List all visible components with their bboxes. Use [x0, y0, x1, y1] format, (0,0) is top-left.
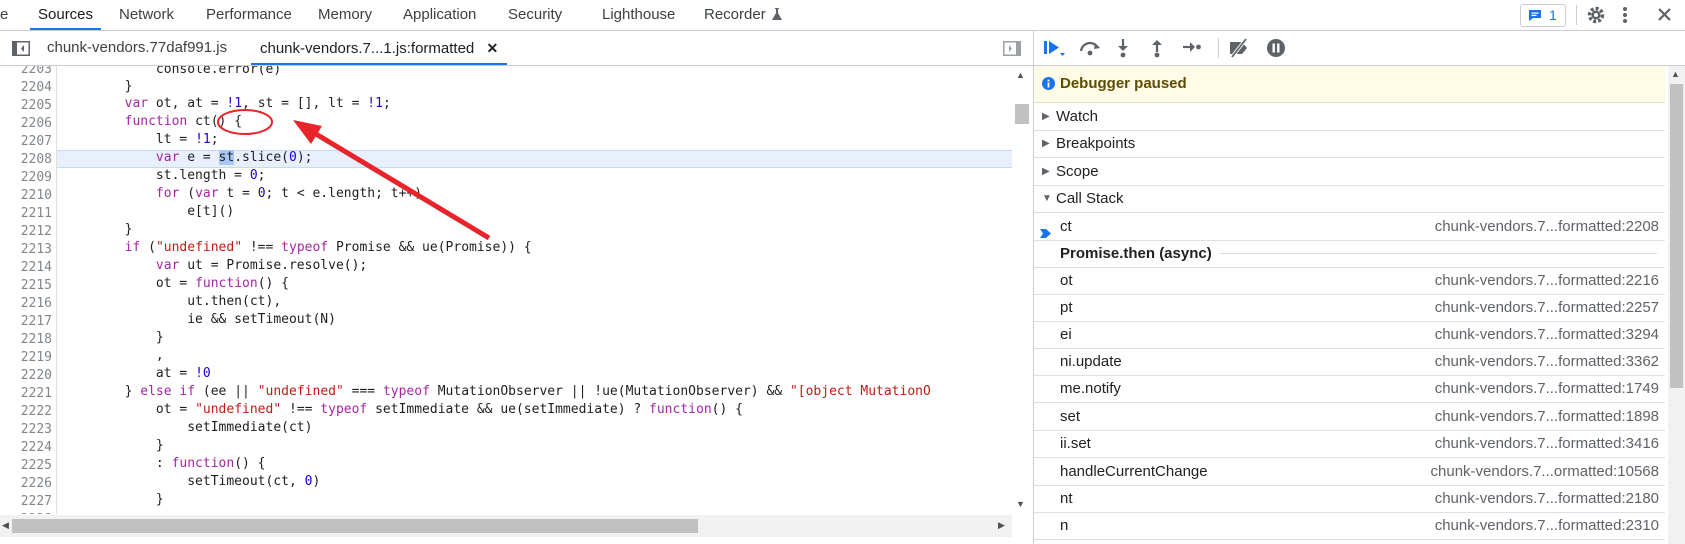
tab-sources[interactable]: Sources	[30, 0, 102, 30]
file-tab-formatted[interactable]: chunk-vendors.7...1.js:formatted ✕	[251, 31, 508, 65]
tab-recorder[interactable]: Recorder	[704, 0, 766, 30]
tab-lighthouse[interactable]: Lighthouse	[602, 0, 675, 30]
frame-function: ot	[1060, 272, 1073, 289]
debugger-toolbar	[1034, 31, 1685, 66]
issues-count: 1	[1549, 7, 1557, 23]
frame-location[interactable]: chunk-vendors.7...formatted:2208	[1435, 213, 1659, 240]
section-label: Breakpoints	[1056, 135, 1136, 152]
frame-location[interactable]: chunk-vendors.7...formatted:1749	[1435, 375, 1659, 402]
frame-function: set	[1060, 408, 1081, 425]
call-frame[interactable]: n chunk-vendors.7...formatted:2310	[1034, 512, 1665, 540]
call-frame[interactable]: me.notify chunk-vendors.7...formatted:17…	[1034, 375, 1665, 403]
info-icon	[1042, 77, 1055, 94]
close-devtools-icon[interactable]	[1657, 7, 1672, 26]
tab-security[interactable]: Security	[508, 0, 562, 30]
frame-function: me.notify	[1060, 380, 1121, 397]
frame-location[interactable]: chunk-vendors.7...formatted:2310	[1435, 512, 1659, 539]
scroll-right-icon[interactable]: ▶	[998, 520, 1005, 531]
frame-function: nt	[1060, 490, 1073, 507]
toggle-navigator-icon[interactable]	[12, 41, 30, 60]
pause-on-exceptions-icon[interactable]	[1266, 38, 1286, 62]
toggle-debugger-icon[interactable]	[1003, 41, 1021, 60]
section-breakpoints[interactable]: ▶ Breakpoints	[1034, 130, 1665, 158]
frame-function: ct	[1060, 218, 1072, 235]
tab-elements-partial[interactable]: e	[0, 0, 8, 30]
editor-file-tabs: chunk-vendors.77daf991.js chunk-vendors.…	[0, 31, 1033, 66]
tab-network[interactable]: Network	[119, 0, 174, 30]
section-call-stack[interactable]: ▼ Call Stack	[1034, 185, 1665, 213]
call-frame[interactable]: set chunk-vendors.7...formatted:1898	[1034, 403, 1665, 431]
expand-arrow-icon: ▶	[1042, 166, 1050, 177]
tab-performance[interactable]: Performance	[206, 0, 292, 30]
devtools-tab-bar: e Sources Network Performance Memory App…	[0, 0, 1685, 31]
deactivate-breakpoints-icon[interactable]	[1228, 37, 1250, 62]
scroll-down-icon[interactable]: ▼	[1016, 499, 1025, 509]
frame-location[interactable]: chunk-vendors.7...formatted:2257	[1435, 294, 1659, 321]
frame-location[interactable]: chunk-vendors.7...formatted:3416	[1435, 430, 1659, 457]
expand-arrow-icon: ▶	[1042, 138, 1050, 149]
frame-function: ii.set	[1060, 435, 1091, 452]
editor-horizontal-scroll-thumb[interactable]	[12, 519, 698, 533]
section-label: Call Stack	[1056, 190, 1124, 207]
call-frame-current[interactable]: ct chunk-vendors.7...formatted:2208	[1034, 213, 1665, 241]
frame-function: ni.update	[1060, 353, 1122, 370]
resume-icon[interactable]	[1044, 39, 1066, 61]
collapse-arrow-icon: ▼	[1042, 193, 1052, 204]
call-frame[interactable]: ot chunk-vendors.7...formatted:2216	[1034, 267, 1665, 295]
scroll-up-icon[interactable]: ▲	[1671, 69, 1680, 79]
editor-vertical-scrollbar[interactable]	[1012, 66, 1032, 514]
step-out-icon[interactable]	[1150, 38, 1164, 62]
frame-function: n	[1060, 517, 1069, 534]
chat-icon	[1529, 10, 1541, 21]
settings-gear-icon[interactable]	[1586, 5, 1606, 29]
call-frame[interactable]: ei chunk-vendors.7...formatted:3294	[1034, 321, 1665, 349]
scroll-up-icon[interactable]: ▲	[1016, 70, 1025, 80]
frame-function: pt	[1060, 299, 1073, 316]
flask-icon	[772, 8, 782, 25]
section-scope[interactable]: ▶ Scope	[1034, 158, 1665, 186]
call-frame[interactable]: ii.set chunk-vendors.7...formatted:3416	[1034, 430, 1665, 458]
debugger-paused-text: Debugger paused	[1060, 75, 1187, 92]
tab-memory[interactable]: Memory	[318, 0, 372, 30]
close-tab-icon[interactable]: ✕	[486, 40, 498, 56]
step-icon[interactable]	[1182, 40, 1202, 58]
frame-location[interactable]: chunk-vendors.7...formatted:3362	[1435, 348, 1659, 375]
section-label: Watch	[1056, 108, 1098, 125]
step-into-icon[interactable]	[1116, 38, 1130, 62]
issues-button[interactable]: 1	[1520, 4, 1566, 27]
frame-location[interactable]: chunk-vendors.7...formatted:1898	[1435, 403, 1659, 430]
frame-location[interactable]: chunk-vendors.7...formatted:2216	[1435, 267, 1659, 294]
file-tab-original[interactable]: chunk-vendors.77daf991.js	[47, 31, 227, 65]
async-separator: Promise.then (async)	[1034, 240, 1665, 268]
expand-arrow-icon: ▶	[1042, 111, 1050, 122]
section-label: Scope	[1056, 163, 1099, 180]
call-frame[interactable]: ni.update chunk-vendors.7...formatted:33…	[1034, 348, 1665, 376]
debugger-scroll-thumb[interactable]	[1670, 84, 1683, 388]
frame-function: ei	[1060, 326, 1072, 343]
call-frame[interactable]: nt chunk-vendors.7...formatted:2180	[1034, 485, 1665, 513]
async-label: Promise.then (async)	[1060, 245, 1212, 262]
more-options-icon[interactable]	[1622, 5, 1628, 29]
file-tab-formatted-label: chunk-vendors.7...1.js:formatted	[260, 40, 475, 57]
tab-application[interactable]: Application	[403, 0, 476, 30]
call-frame[interactable]: handleCurrentChange chunk-vendors.7...or…	[1034, 458, 1665, 486]
frame-location[interactable]: chunk-vendors.7...ormatted:10568	[1431, 458, 1659, 485]
step-over-icon[interactable]	[1079, 39, 1103, 61]
frame-location[interactable]: chunk-vendors.7...formatted:2180	[1435, 485, 1659, 512]
code-editor[interactable]: 2203 2204 2205 2206 2207 2208 2209 2210 2211 2212…	[0, 66, 1012, 514]
frame-location[interactable]: chunk-vendors.7...formatted:3294	[1435, 321, 1659, 348]
scroll-left-icon[interactable]: ◀	[2, 520, 9, 531]
section-watch[interactable]: ▶ Watch	[1034, 103, 1665, 131]
frame-function: handleCurrentChange	[1060, 463, 1208, 480]
editor-vertical-scroll-thumb[interactable]	[1015, 104, 1029, 124]
annotation-arrow	[217, 109, 491, 241]
call-frame[interactable]: pt chunk-vendors.7...formatted:2257	[1034, 294, 1665, 322]
